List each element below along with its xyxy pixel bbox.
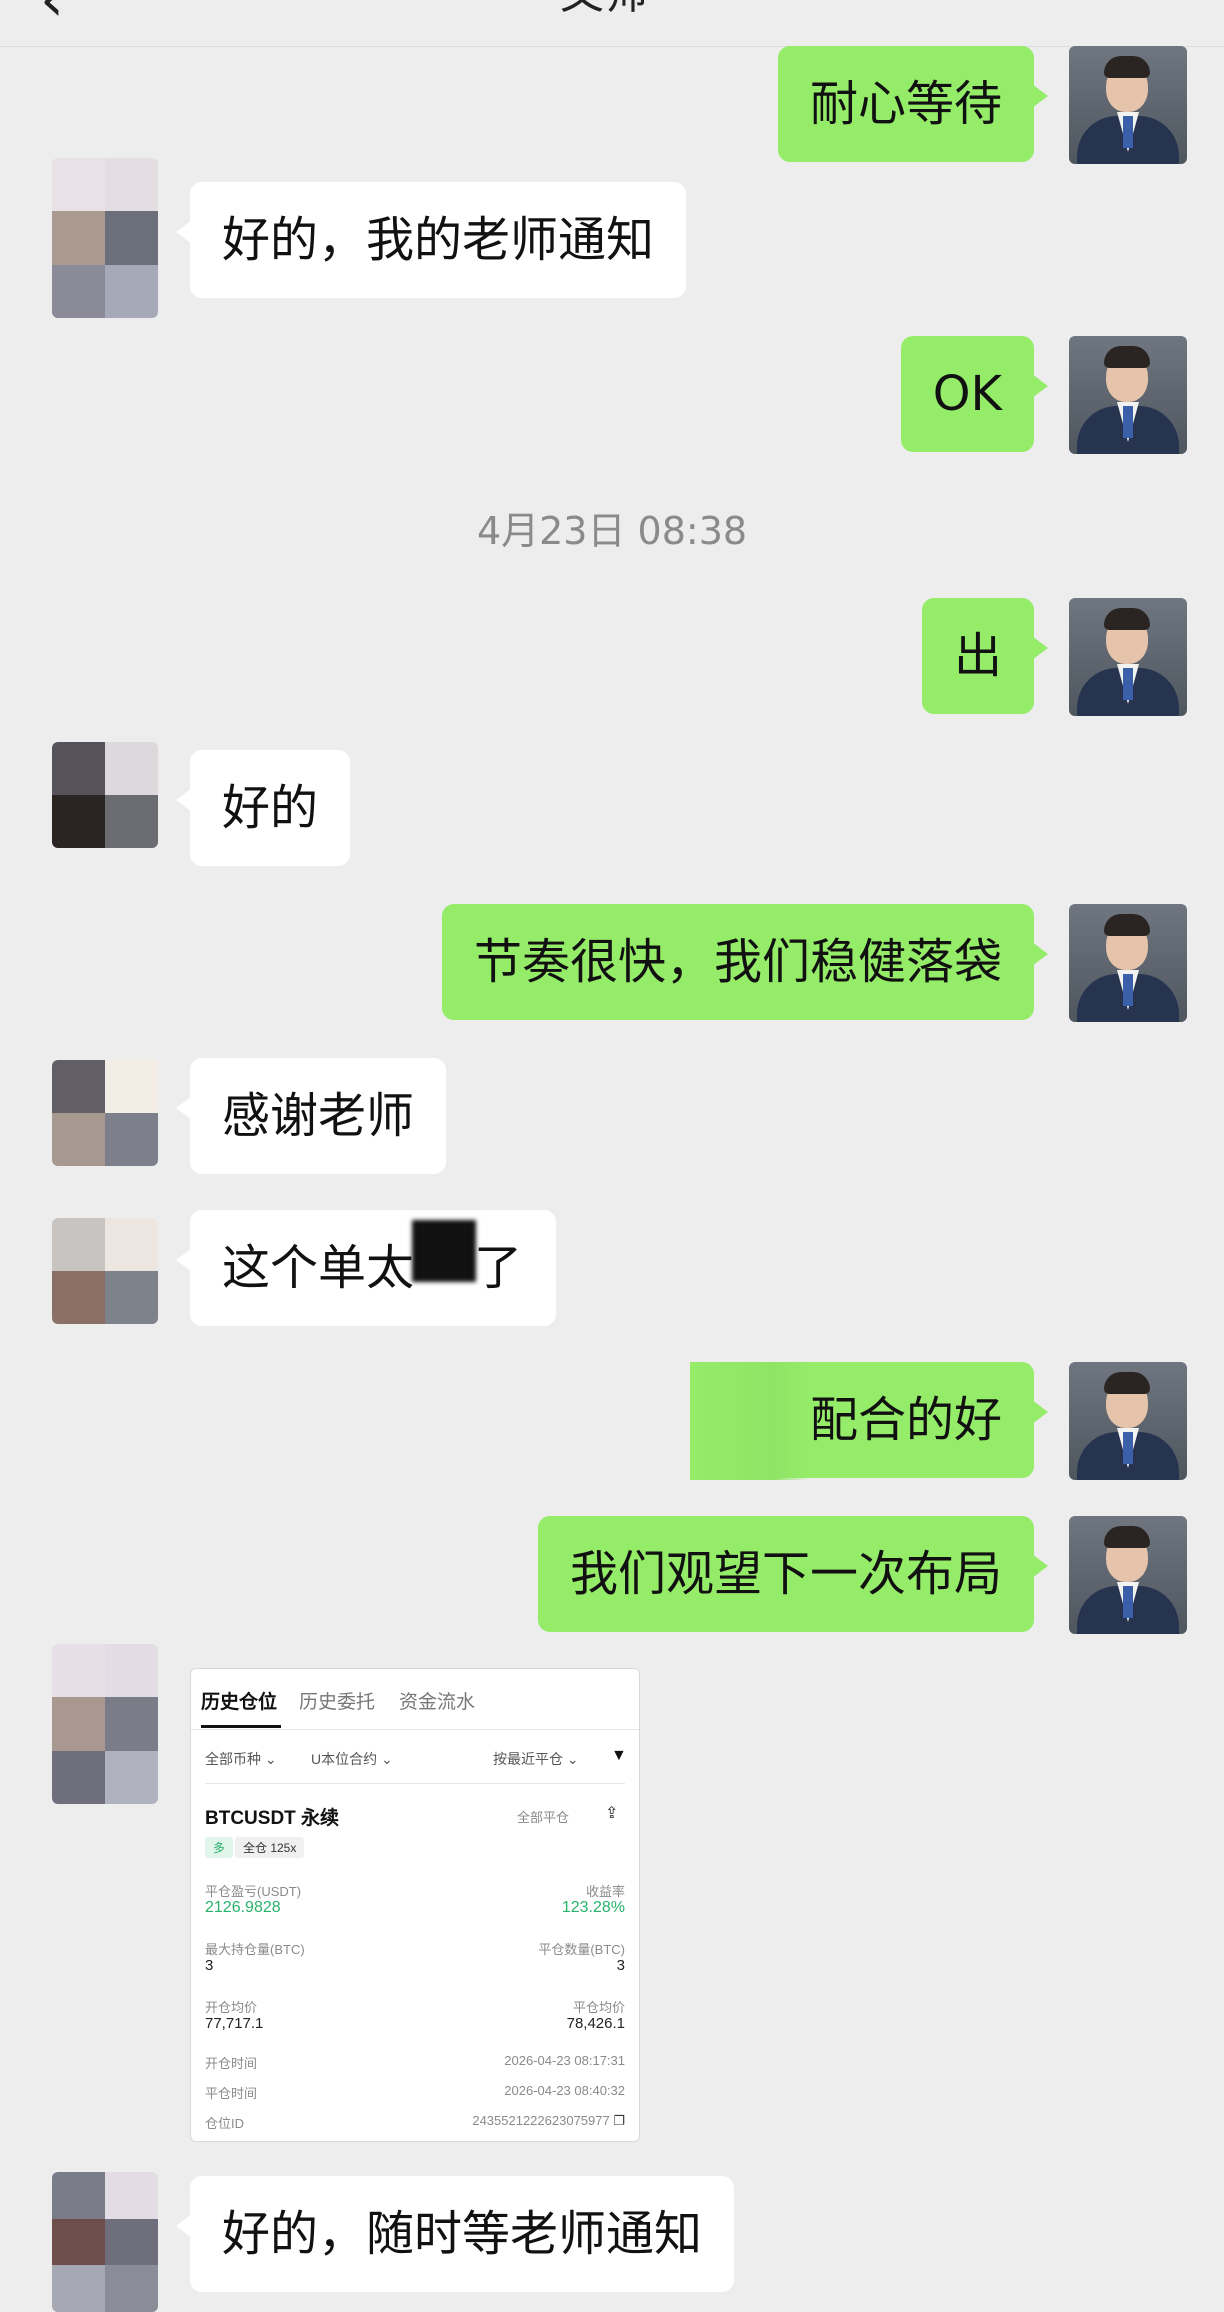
roi-label: 收益率	[585, 1884, 625, 1899]
close-time-label: 平仓时间	[205, 2086, 258, 2101]
chat-header: ‹ 文师	[0, 0, 1224, 47]
close-avg-value: 78,426.1	[566, 2015, 625, 2032]
active-tab-indicator	[201, 1725, 281, 1728]
contact-avatar[interactable]	[52, 158, 158, 318]
message-text: 配合的好	[809, 1392, 1002, 1448]
message-timestamp: 4月23日 08:38	[476, 509, 748, 553]
my-avatar[interactable]	[1069, 46, 1187, 164]
share-icon: ⇪	[605, 1805, 619, 1822]
my-avatar[interactable]	[1069, 904, 1187, 1022]
my-avatar[interactable]	[1069, 598, 1187, 716]
chevron-left-icon[interactable]: ‹	[40, 0, 64, 30]
close-type: 全部平仓	[517, 1810, 570, 1825]
redaction-mask	[690, 1362, 810, 1480]
trade-screenshot-image[interactable]: 历史仓位 历史委托 资金流水 全部币种 ⌄ U本位合约 ⌄ 按最近平仓 ⌄ ▼ …	[190, 1668, 640, 2142]
position-id-label: 仓位ID	[205, 2116, 245, 2131]
contact-avatar[interactable]	[52, 1644, 158, 1804]
funnel-icon: ▼	[611, 1747, 627, 1764]
tab-history-orders: 历史委托	[299, 1692, 376, 1713]
redaction-block	[412, 1220, 476, 1282]
my-message-bubble[interactable]: 节奏很快，我们稳健落袋	[441, 904, 1049, 1020]
copy-icon[interactable]: ❐	[613, 2113, 625, 2128]
open-avg-value: 77,717.1	[205, 2015, 264, 2032]
message-text-tail: 了	[474, 1240, 523, 1296]
position-id-value: 2435521222623075977 ❐	[472, 2113, 625, 2128]
contact-message-bubble[interactable]: 好的，随时等老师通知	[175, 2176, 735, 2292]
pnl-value: 2126.9828	[205, 1899, 281, 1916]
my-message-bubble[interactable]: 耐心等待	[777, 46, 1049, 162]
open-avg-label: 开仓均价	[205, 2000, 258, 2015]
filter-sort: 按最近平仓 ⌄	[493, 1751, 579, 1767]
contact-message-bubble[interactable]: 好的，我的老师通知	[175, 182, 687, 298]
chat-title: 文师	[560, 0, 648, 16]
close-avg-label: 平仓均价	[572, 2000, 625, 2015]
long-badge: 多	[205, 1837, 234, 1858]
close-qty-value: 3	[616, 1957, 625, 1974]
my-avatar[interactable]	[1069, 1516, 1187, 1634]
close-qty-label: 平仓数量(BTC)	[538, 1942, 625, 1957]
divider	[205, 1783, 625, 1784]
filter-contract: U本位合约 ⌄	[311, 1751, 393, 1767]
max-position-value: 3	[205, 1957, 214, 1974]
contact-message-bubble[interactable]: 感谢老师	[175, 1058, 447, 1174]
tab-funding-flow: 资金流水	[399, 1692, 476, 1713]
contact-avatar[interactable]	[52, 2172, 158, 2312]
contact-avatar[interactable]	[52, 742, 158, 848]
contact-message-bubble[interactable]: 这个单太 了	[175, 1210, 557, 1326]
open-time-value: 2026-04-23 08:17:31	[504, 2053, 625, 2068]
my-message-bubble[interactable]: 我们观望下一次布局	[537, 1516, 1049, 1632]
contact-avatar[interactable]	[52, 1218, 158, 1324]
my-message-bubble[interactable]: OK	[900, 336, 1049, 452]
message-text: 这个单太	[222, 1240, 415, 1296]
my-avatar[interactable]	[1069, 1362, 1187, 1480]
open-time-label: 开仓时间	[205, 2056, 258, 2071]
contact-message-bubble[interactable]: 好的	[175, 750, 351, 866]
position-symbol: BTCUSDT 永续	[205, 1808, 340, 1829]
filter-coin: 全部币种 ⌄	[205, 1751, 277, 1767]
pnl-label: 平仓盈亏(USDT)	[205, 1884, 302, 1899]
roi-value: 123.28%	[561, 1899, 625, 1916]
contact-avatar[interactable]	[52, 1060, 158, 1166]
my-message-bubble[interactable]: 出	[921, 598, 1049, 714]
close-time-value: 2026-04-23 08:40:32	[504, 2083, 625, 2098]
my-avatar[interactable]	[1069, 336, 1187, 454]
margin-badge: 全仓 125x	[235, 1837, 305, 1858]
divider	[191, 1729, 639, 1730]
max-position-label: 最大持仓量(BTC)	[205, 1942, 305, 1957]
tab-history-positions: 历史仓位	[201, 1692, 278, 1713]
